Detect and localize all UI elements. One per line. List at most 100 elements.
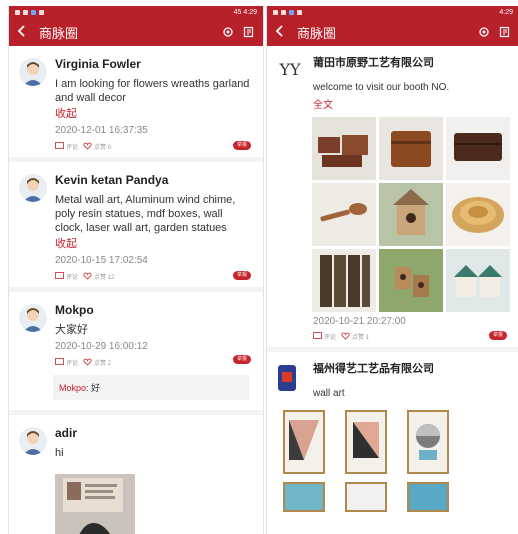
right-screen: 4:29 商脉圈 YY 莆田市原野工艺有限公司 welcome to visit…: [266, 6, 518, 534]
edit-icon[interactable]: [243, 26, 255, 38]
feed[interactable]: Virginia Fowler I am looking for flowers…: [9, 46, 263, 534]
page-title: 商脉圈: [39, 25, 79, 41]
comment-label[interactable]: 评论: [66, 358, 78, 367]
notification-icon: [297, 9, 302, 15]
photo-thumb[interactable]: [379, 249, 443, 312]
photo-thumb[interactable]: [407, 410, 449, 474]
post-author[interactable]: 莆田市原野工艺有限公司: [313, 56, 509, 71]
status-icons: [15, 9, 44, 15]
photo-row: [283, 482, 509, 512]
post-text: I am looking for flowers wreaths garland…: [55, 78, 250, 104]
company-logo[interactable]: YY: [275, 56, 305, 86]
post-author[interactable]: adir: [55, 425, 253, 441]
post-item: Virginia Fowler I am looking for flowers…: [9, 46, 263, 162]
page-title: 商脉圈: [297, 25, 337, 41]
photo-thumb[interactable]: [345, 410, 387, 474]
reply-text: : 好: [86, 383, 101, 393]
gear-icon[interactable]: [222, 26, 234, 38]
report-button[interactable]: 举报: [232, 271, 251, 280]
feed[interactable]: YY 莆田市原野工艺有限公司 welcome to visit our boot…: [267, 46, 518, 518]
post-item: adir hi: [9, 415, 263, 534]
post-item: YY 莆田市原野工艺有限公司 welcome to visit our boot…: [267, 46, 518, 352]
comment-label[interactable]: 评论: [66, 272, 78, 281]
post-meta: 评论 点赞 2: [55, 357, 253, 367]
reply-box: Mokpo: 好: [53, 375, 249, 400]
avatar[interactable]: [19, 304, 47, 332]
post-text: Metal wall art, Aluminum wind chime, pol…: [55, 194, 236, 234]
post-time: 2020-10-29 16:00:12: [55, 341, 148, 352]
heart-icon[interactable]: [83, 358, 92, 366]
collapse-link[interactable]: 收起: [55, 237, 253, 251]
post-author[interactable]: Mokpo: [55, 302, 253, 318]
post-meta: 评论 点赞 12: [55, 271, 253, 281]
status-icons: [273, 9, 302, 15]
post-meta: 评论 点赞 1: [313, 331, 509, 341]
status-time: 4:29: [499, 8, 513, 16]
app-notification-icon: [289, 9, 294, 15]
wifi-icon: [23, 9, 28, 15]
post-text: wall art: [313, 388, 345, 399]
post-text: hi: [55, 447, 64, 459]
notification-icon: [39, 9, 44, 15]
heart-icon[interactable]: [83, 142, 92, 150]
post-author[interactable]: Kevin ketan Pandya: [55, 172, 253, 188]
avatar[interactable]: [19, 174, 47, 202]
back-arrow-icon[interactable]: [17, 24, 31, 40]
post-item: 福州得艺工艺品有限公司 wall art: [267, 352, 518, 518]
comment-icon[interactable]: [55, 358, 64, 366]
left-screen: 45 4:29 商脉圈 Virginia Fowler I am looking…: [8, 6, 264, 534]
avatar[interactable]: [19, 58, 47, 86]
back-arrow-icon[interactable]: [275, 24, 289, 40]
report-button[interactable]: 举报: [488, 331, 507, 340]
signal-icon: [273, 9, 278, 15]
photo-row: [283, 410, 509, 474]
post-author[interactable]: Virginia Fowler: [55, 56, 253, 72]
header: 商脉圈: [267, 18, 518, 46]
avatar[interactable]: [19, 427, 47, 455]
status-bar: 4:29: [267, 6, 518, 18]
photo-thumb[interactable]: [379, 117, 443, 180]
photo-thumb[interactable]: [283, 482, 325, 512]
comment-icon[interactable]: [313, 332, 322, 340]
edit-icon[interactable]: [499, 26, 511, 38]
collapse-link[interactable]: 收起: [55, 107, 253, 121]
post-item: Kevin ketan Pandya Metal wall art, Alumi…: [9, 162, 263, 292]
photo-thumb[interactable]: [312, 249, 376, 312]
photo-thumb[interactable]: [446, 183, 510, 246]
header: 商脉圈: [9, 18, 263, 46]
post-item: Mokpo 大家好 2020-10-29 16:00:12 评论 点赞 2 举报…: [9, 292, 263, 415]
like-count[interactable]: 点赞 0: [94, 142, 111, 151]
comment-label[interactable]: 评论: [66, 142, 78, 151]
like-count[interactable]: 点赞 2: [94, 358, 111, 367]
status-time: 45 4:29: [233, 8, 257, 16]
post-author[interactable]: 福州得艺工艺品有限公司: [313, 362, 509, 377]
photo-thumb[interactable]: [283, 410, 325, 474]
photo-thumb[interactable]: [312, 183, 376, 246]
like-count[interactable]: 点赞 12: [94, 272, 114, 281]
company-logo[interactable]: [277, 364, 297, 392]
comment-label[interactable]: 评论: [324, 332, 336, 341]
photo-thumb[interactable]: [312, 117, 376, 180]
comment-icon[interactable]: [55, 142, 64, 150]
comment-icon[interactable]: [55, 272, 64, 280]
gear-icon[interactable]: [478, 26, 490, 38]
photo-thumb[interactable]: [446, 117, 510, 180]
photo-grid: [312, 117, 510, 312]
post-time: 2020-10-15 17:02:54: [55, 255, 148, 266]
heart-icon[interactable]: [341, 332, 350, 340]
photo-thumb[interactable]: [407, 482, 449, 512]
wifi-icon: [281, 9, 286, 15]
photo-thumb[interactable]: [345, 482, 387, 512]
like-count[interactable]: 点赞 1: [352, 332, 369, 341]
full-text-link[interactable]: 全文: [313, 96, 509, 111]
photo-thumb[interactable]: [379, 183, 443, 246]
report-button[interactable]: 举报: [232, 355, 251, 364]
post-time: 2020-10-21 20:27:00: [313, 316, 406, 327]
post-photo[interactable]: [55, 474, 135, 534]
post-meta: 评论 点赞 0: [55, 141, 253, 151]
reply-author[interactable]: Mokpo: [59, 383, 86, 393]
heart-icon[interactable]: [83, 272, 92, 280]
report-button[interactable]: 举报: [232, 141, 251, 150]
app-notification-icon: [31, 9, 36, 15]
photo-thumb[interactable]: [446, 249, 510, 312]
